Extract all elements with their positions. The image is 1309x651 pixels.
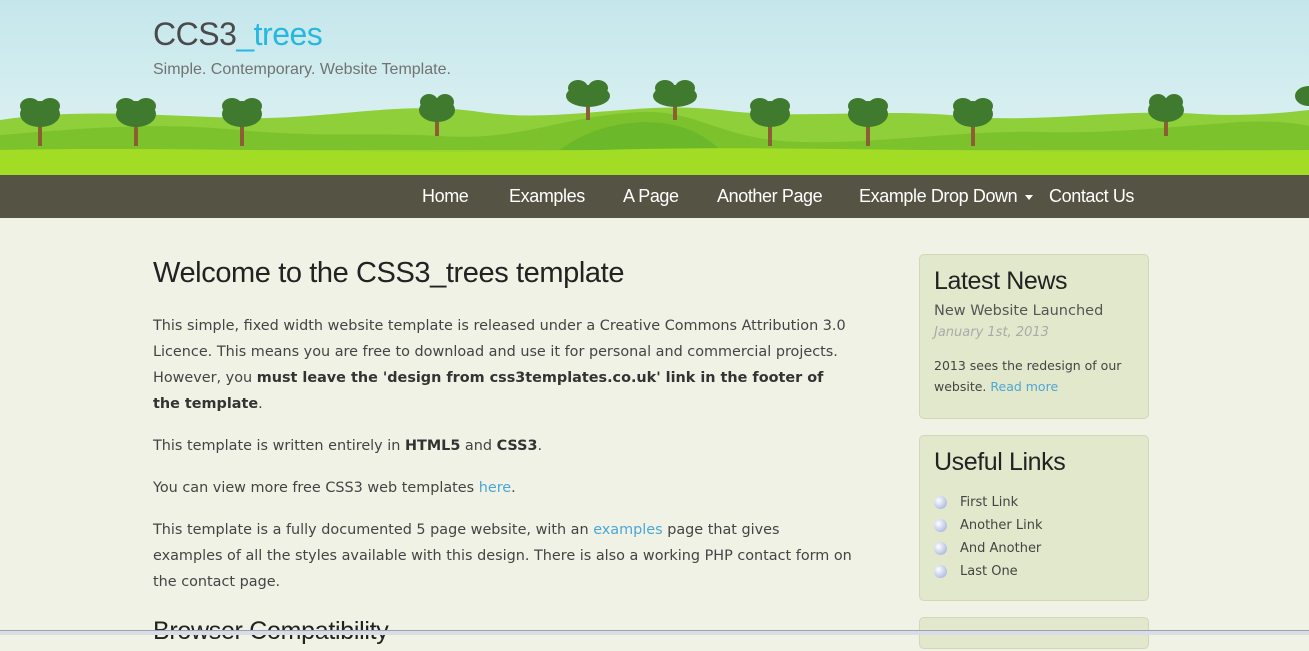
here-link[interactable]: here: [479, 480, 511, 496]
useful-link-label: Last One: [960, 564, 1018, 579]
nav-item-another-page[interactable]: Another Page: [717, 175, 823, 218]
more-templates-paragraph: You can view more free CSS3 web template…: [153, 475, 853, 501]
site-logo[interactable]: CCS3_trees: [153, 16, 323, 53]
useful-links-heading: Useful Links: [934, 448, 1066, 476]
caret-down-icon: [1025, 194, 1034, 200]
tech-and: and: [460, 438, 497, 454]
nav-item-example-drop-down[interactable]: Example Drop Down: [859, 175, 1034, 218]
window-bottom-edge: [0, 630, 1309, 635]
useful-link-item[interactable]: And Another: [934, 537, 1043, 560]
intro-paragraph: This simple, fixed width website templat…: [153, 313, 853, 417]
bullet-icon: [934, 565, 947, 578]
site-slogan: Simple. Contemporary. Website Template.: [153, 61, 451, 78]
news-item-date: January 1st, 2013: [934, 325, 1049, 340]
nav-item-example-drop-down-label: Example Drop Down: [859, 186, 1018, 206]
latest-news-box: Latest News New Website Launched January…: [919, 254, 1149, 419]
logo-main: CCS3: [153, 16, 237, 52]
useful-link-label: And Another: [960, 541, 1042, 556]
useful-link-item[interactable]: Another Link: [934, 514, 1043, 537]
documentation-text: This template is a fully documented 5 pa…: [153, 522, 594, 538]
latest-news-heading: Latest News: [934, 267, 1068, 295]
useful-link-item[interactable]: Last One: [934, 560, 1043, 583]
useful-links-box: Useful Links First Link Another Link And…: [919, 435, 1149, 601]
tech-end: .: [537, 438, 543, 454]
bullet-icon: [934, 519, 947, 532]
bullet-icon: [934, 496, 947, 509]
bullet-icon: [934, 542, 947, 555]
tech-css3: CSS3: [496, 438, 538, 454]
nav-item-a-page[interactable]: A Page: [623, 175, 679, 218]
header-banner: CCS3_trees Simple. Contemporary. Website…: [0, 0, 1309, 175]
nav-item-home[interactable]: Home: [422, 175, 469, 218]
nav-item-contact-us[interactable]: Contact Us: [1049, 175, 1134, 218]
useful-link-label: First Link: [960, 495, 1019, 510]
news-item-text: 2013 sees the redesign of our website. R…: [934, 355, 1134, 397]
useful-link-label: Another Link: [960, 518, 1043, 533]
main-navigation: Home Examples A Page Another Page Exampl…: [0, 175, 1309, 218]
more-templates-end: .: [511, 480, 516, 496]
logo-accent: _trees: [236, 16, 323, 52]
tech-paragraph: This template is written entirely in HTM…: [153, 433, 853, 459]
documentation-paragraph: This template is a fully documented 5 pa…: [153, 517, 853, 595]
tech-html5: HTML5: [404, 438, 461, 454]
page-title: Welcome to the CSS3_trees template: [153, 257, 625, 289]
main-content: Welcome to the CSS3_trees template This …: [153, 253, 853, 651]
news-item-title: New Website Launched: [934, 303, 1104, 319]
useful-link-item[interactable]: First Link: [934, 491, 1043, 514]
examples-link[interactable]: examples: [593, 522, 662, 538]
more-templates-text: You can view more free CSS3 web template…: [153, 480, 479, 496]
read-more-link[interactable]: Read more: [990, 379, 1058, 394]
tech-text: This template is written entirely in: [153, 438, 405, 454]
useful-links-list: First Link Another Link And Another Last…: [934, 491, 1043, 583]
intro-end: .: [258, 396, 263, 412]
nav-item-examples[interactable]: Examples: [509, 175, 585, 218]
